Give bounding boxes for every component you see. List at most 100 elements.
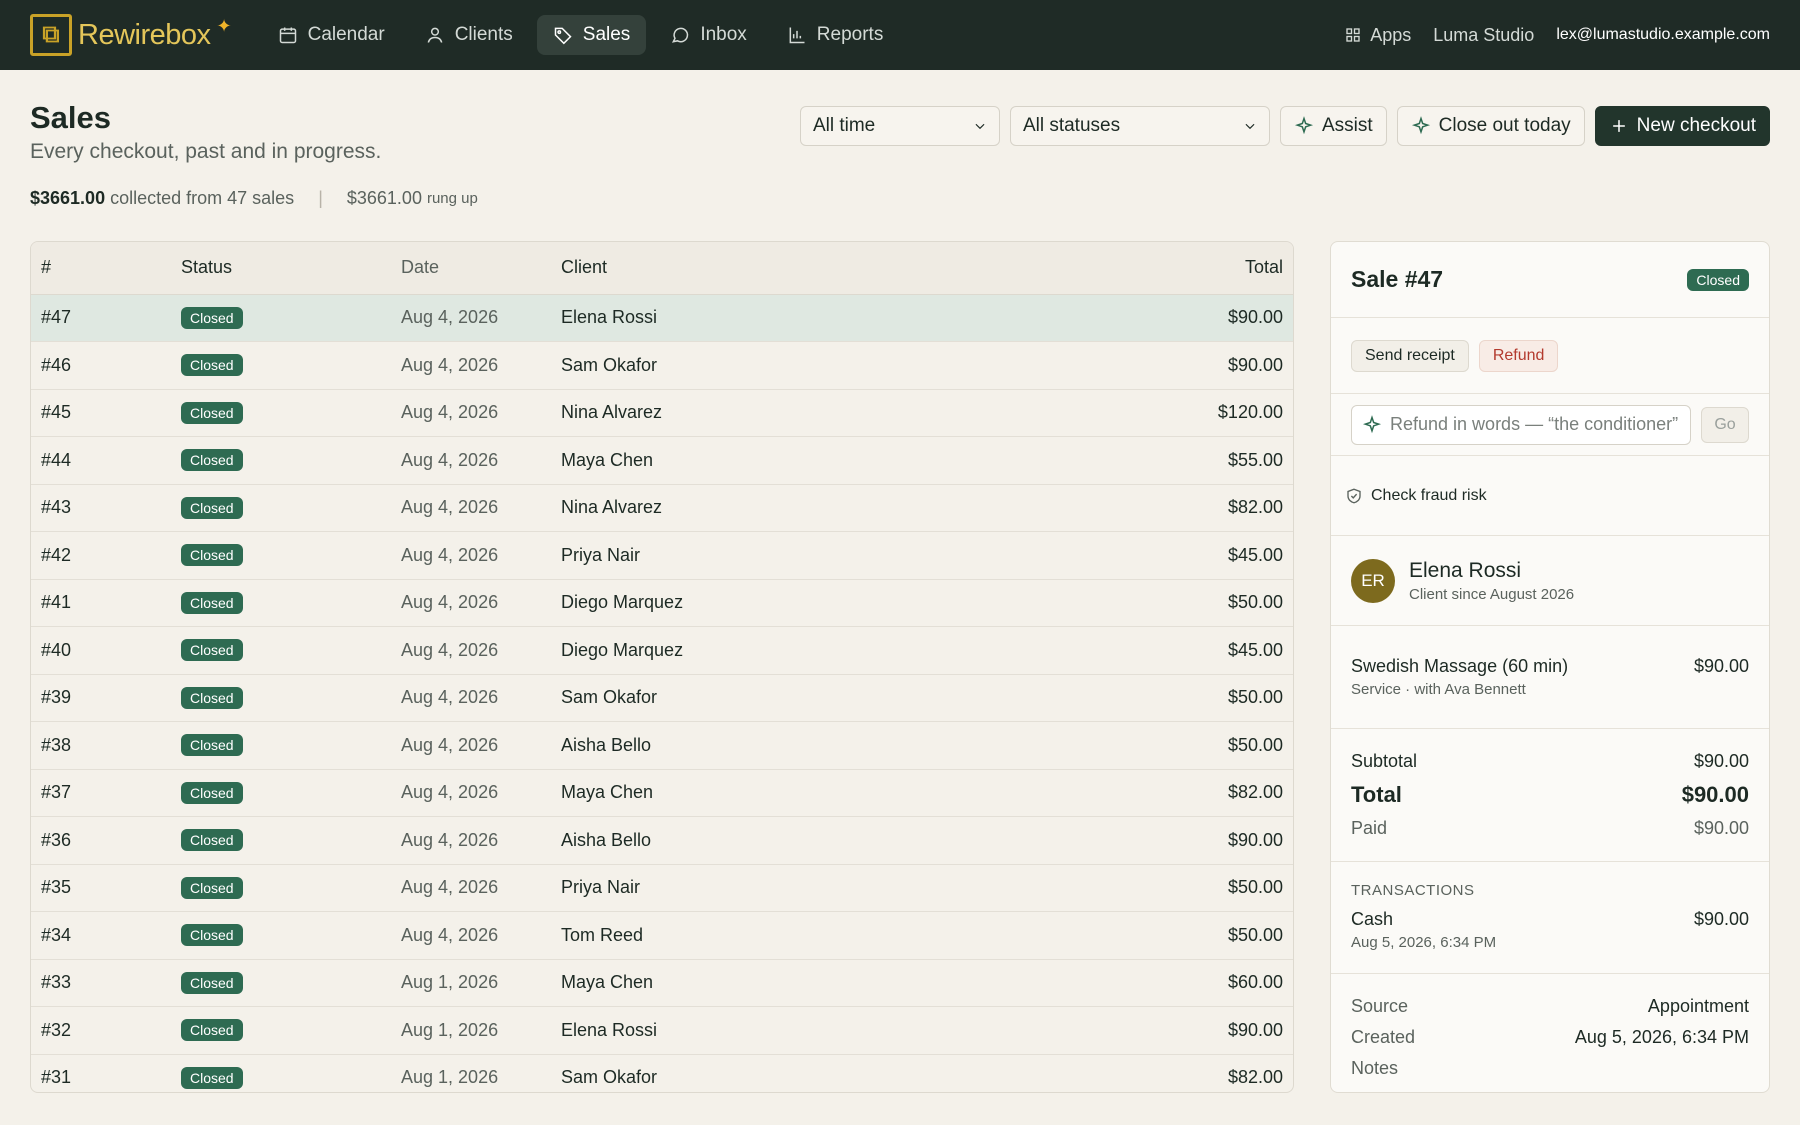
client-name-cell: Diego Marquez xyxy=(551,579,1016,627)
brand-logo[interactable]: ⧉ Rewirebox ✦ xyxy=(30,14,232,56)
sale-date-cell: Aug 4, 2026 xyxy=(391,911,551,960)
sale-total-cell: $90.00 xyxy=(1015,341,1293,390)
client-card[interactable]: ER Elena Rossi Client since August 2026 xyxy=(1331,536,1769,626)
tag-icon xyxy=(554,27,572,45)
sale-number-cell: #38 xyxy=(31,721,171,770)
table-row[interactable]: #31 Closed Aug 1, 2026 Sam Okafor $82.00 xyxy=(31,1054,1293,1092)
sale-date-cell: Aug 4, 2026 xyxy=(391,721,551,770)
sale-date-cell: Aug 1, 2026 xyxy=(391,959,551,1007)
table-row[interactable]: #35 Closed Aug 4, 2026 Priya Nair $50.00 xyxy=(31,864,1293,912)
status-badge: Closed xyxy=(181,401,243,424)
table-row[interactable]: #40 Closed Aug 4, 2026 Diego Marquez $45.00 xyxy=(31,626,1293,675)
status-filter-value: All statuses xyxy=(1022,115,1121,136)
source-value: Appointment xyxy=(1647,996,1749,1016)
table-row[interactable]: #42 Closed Aug 4, 2026 Priya Nair $45.00 xyxy=(31,531,1293,580)
nav-clients[interactable]: Clients xyxy=(409,15,529,55)
nav-calendar-label: Calendar xyxy=(307,24,385,45)
table-row[interactable]: #39 Closed Aug 4, 2026 Sam Okafor $50.00 xyxy=(31,674,1293,722)
notes-label: Notes xyxy=(1351,1058,1399,1078)
table-row[interactable]: #33 Closed Aug 1, 2026 Maya Chen $60.00 xyxy=(31,959,1293,1007)
plus-icon xyxy=(1612,120,1625,132)
client-name-cell: Maya Chen xyxy=(551,769,1016,817)
apps-label: Apps xyxy=(1370,24,1412,45)
status-badge: Closed xyxy=(181,496,243,519)
refund-words-input[interactable]: Refund in words — “the conditioner” xyxy=(1351,404,1691,445)
status-cell: Closed xyxy=(171,389,391,437)
refund-button[interactable]: Refund xyxy=(1478,339,1559,372)
nav-sales-label: Sales xyxy=(582,24,631,45)
status-cell: Closed xyxy=(171,674,391,722)
client-name-cell: Tom Reed xyxy=(551,911,1016,960)
close-out-label: Close out today xyxy=(1438,115,1571,136)
sale-total-cell: $45.00 xyxy=(1015,531,1293,580)
table-row[interactable]: #43 Closed Aug 4, 2026 Nina Alvarez $82.00 xyxy=(31,484,1293,532)
table-row[interactable]: #45 Closed Aug 4, 2026 Nina Alvarez $120.00 xyxy=(31,389,1293,437)
nav-reports[interactable]: Reports xyxy=(771,15,900,55)
column-header-total[interactable]: Total xyxy=(1015,242,1293,295)
client-name-cell: Nina Alvarez xyxy=(551,484,1016,532)
chevron-down-icon xyxy=(1245,123,1255,130)
sale-number-cell: #44 xyxy=(31,436,171,485)
table-row[interactable]: #44 Closed Aug 4, 2026 Maya Chen $55.00 xyxy=(31,436,1293,485)
nav-calendar[interactable]: Calendar xyxy=(262,15,401,55)
status-filter-select[interactable]: All statuses xyxy=(1009,106,1270,146)
time-filter-select[interactable]: All time xyxy=(799,106,1000,146)
notes-row: Notes xyxy=(1351,1058,1749,1079)
nav-sales[interactable]: Sales xyxy=(536,15,647,55)
logo-mark-icon: ⧉ xyxy=(30,14,72,56)
nav-inbox[interactable]: Inbox xyxy=(654,15,762,55)
sale-number-cell: #35 xyxy=(31,864,171,912)
apps-button[interactable]: Apps xyxy=(1344,25,1411,46)
user-email[interactable]: lex@lumastudio.example.com xyxy=(1556,26,1770,44)
sale-date-cell: Aug 4, 2026 xyxy=(391,769,551,817)
status-cell: Closed xyxy=(171,294,391,342)
table-row[interactable]: #41 Closed Aug 4, 2026 Diego Marquez $50.00 xyxy=(31,579,1293,627)
send-receipt-button[interactable]: Send receipt xyxy=(1351,339,1469,372)
column-header-client[interactable]: Client xyxy=(551,242,1016,295)
check-fraud-risk-button[interactable]: Check fraud risk xyxy=(1331,456,1769,536)
sales-summary: $3661.00 collected from 47 sales | $3661… xyxy=(30,188,1770,209)
main-nav: Calendar Clients Sales Inbox Reports xyxy=(262,15,900,55)
created-label: Created xyxy=(1351,1027,1416,1047)
rung-amount: $3661.00 xyxy=(346,188,422,208)
column-header-number[interactable]: # xyxy=(31,242,171,295)
top-nav: ⧉ Rewirebox ✦ Calendar Clients Sales Inb… xyxy=(0,0,1800,70)
sale-total-cell: $120.00 xyxy=(1015,389,1293,437)
close-out-button[interactable]: Close out today xyxy=(1396,106,1585,146)
user-icon xyxy=(427,27,443,43)
table-row[interactable]: #32 Closed Aug 1, 2026 Elena Rossi $90.00 xyxy=(31,1006,1293,1055)
table-row[interactable]: #37 Closed Aug 4, 2026 Maya Chen $82.00 xyxy=(31,769,1293,817)
new-checkout-label: New checkout xyxy=(1636,115,1756,136)
sale-number-cell: #41 xyxy=(31,579,171,627)
column-header-date[interactable]: Date xyxy=(391,242,551,295)
new-checkout-button[interactable]: New checkout xyxy=(1594,106,1770,146)
avatar: ER xyxy=(1351,558,1395,603)
assist-button[interactable]: Assist xyxy=(1279,106,1387,146)
sales-table: # Status Date Client Total #47 Closed Aug … xyxy=(30,241,1294,1093)
sale-total-cell: $50.00 xyxy=(1015,911,1293,960)
sale-date-cell: Aug 4, 2026 xyxy=(391,626,551,675)
table-row[interactable]: #38 Closed Aug 4, 2026 Aisha Bello $50.00 xyxy=(31,721,1293,770)
table-row[interactable]: #47 Closed Aug 4, 2026 Elena Rossi $90.00 xyxy=(31,294,1293,342)
client-name-cell: Diego Marquez xyxy=(551,626,1016,675)
sale-total-cell: $50.00 xyxy=(1015,864,1293,912)
client-name-cell: Nina Alvarez xyxy=(551,389,1016,437)
workspace-name[interactable]: Luma Studio xyxy=(1433,25,1534,46)
status-cell: Closed xyxy=(171,484,391,532)
status-badge: Closed xyxy=(181,781,243,804)
table-row[interactable]: #34 Closed Aug 4, 2026 Tom Reed $50.00 xyxy=(31,911,1293,960)
transaction-amount: $90.00 xyxy=(1693,909,1749,929)
table-row[interactable]: #36 Closed Aug 4, 2026 Aisha Bello $90.00 xyxy=(31,816,1293,865)
title-block: Sales Every checkout, past and in progre… xyxy=(30,100,381,164)
status-badge: Closed xyxy=(181,1019,243,1042)
sale-total-cell: $60.00 xyxy=(1015,959,1293,1007)
table-row[interactable]: #46 Closed Aug 4, 2026 Sam Okafor $90.00 xyxy=(31,341,1293,390)
go-button[interactable]: Go xyxy=(1701,406,1749,443)
subtotal-row: Subtotal $90.00 xyxy=(1351,751,1749,772)
sale-date-cell: Aug 4, 2026 xyxy=(391,484,551,532)
sale-number-cell: #34 xyxy=(31,911,171,960)
client-name-cell: Sam Okafor xyxy=(551,1054,1016,1092)
column-header-status[interactable]: Status xyxy=(171,242,391,295)
client-name-cell: Aisha Bello xyxy=(551,721,1016,770)
sale-meta: Source Appointment Created Aug 5, 2026, … xyxy=(1331,974,1769,1079)
